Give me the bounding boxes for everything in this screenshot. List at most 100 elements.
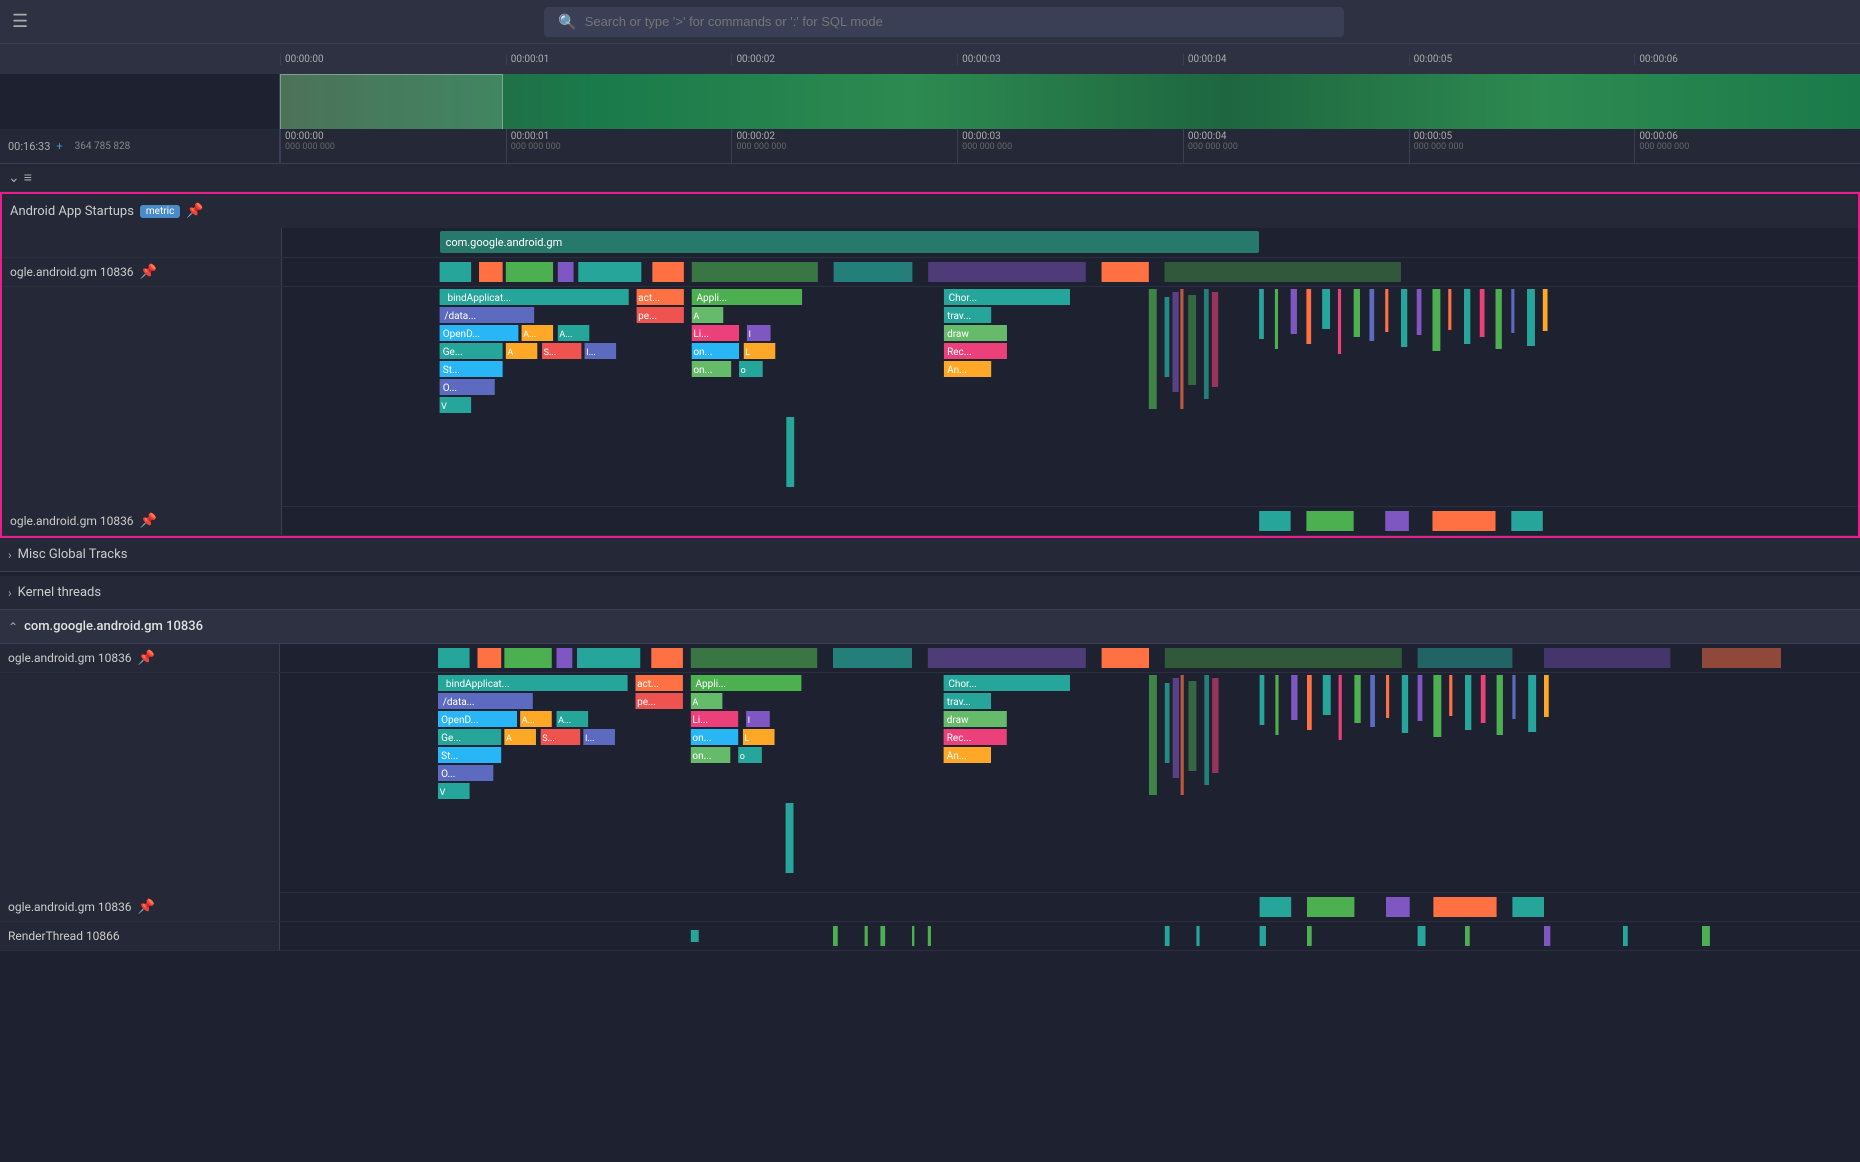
svg-text:A...: A... — [522, 716, 535, 726]
track1-pin[interactable]: 📌 — [140, 264, 157, 280]
pos-bar-label: 00:16:33 + 364 785 828 — [0, 129, 280, 163]
minimap-label — [0, 74, 280, 129]
toolbar-row: ⌄ ≡ — [0, 164, 1860, 192]
plus-icon[interactable]: + — [56, 140, 62, 153]
startup-bar[interactable]: com.google.android.gm — [440, 231, 1260, 253]
svg-text:o: o — [740, 752, 745, 762]
svg-text:O...: O... — [443, 383, 457, 394]
android-flame1-label — [2, 287, 282, 507]
android-app-startups-section: Android App Startups metric 📌 com.google… — [0, 192, 1860, 538]
svg-text:Ge...: Ge... — [441, 733, 461, 744]
search-icon: 🔍 — [558, 13, 577, 31]
svg-text:St...: St... — [443, 365, 460, 376]
svg-text:A...: A... — [559, 330, 572, 340]
svg-text:A...: A... — [558, 716, 571, 726]
svg-text:trav...: trav... — [947, 697, 971, 708]
misc-global-tracks-header[interactable]: › Misc Global Tracks — [0, 538, 1860, 572]
pos-tick-5: 00:00:05 000 000 000 — [1409, 129, 1635, 163]
svg-text:Appli...: Appli... — [696, 293, 727, 304]
svg-text:Chor...: Chor... — [949, 293, 977, 304]
svg-text:I: I — [748, 716, 750, 726]
svg-text:L: L — [745, 734, 750, 744]
svg-text:on...: on... — [693, 365, 712, 376]
track2-pin[interactable]: 📌 — [140, 513, 157, 529]
search-bar[interactable]: 🔍 — [544, 7, 1344, 37]
svg-text:act...: act... — [638, 293, 660, 304]
svg-text:/data...: /data... — [444, 311, 476, 322]
kernel-chevron-icon: › — [8, 586, 12, 600]
startup-label-col — [2, 228, 282, 257]
minimap-canvas[interactable] — [280, 74, 1860, 129]
android-section-title: Android App Startups — [10, 204, 134, 219]
svg-text:St...: St... — [441, 751, 458, 762]
svg-text:on...: on... — [692, 733, 711, 744]
render-thread-label: RenderThread 10866 — [0, 922, 280, 950]
pin-icon[interactable]: 📌 — [186, 203, 203, 219]
position-bar: 00:16:33 + 364 785 828 00:00:00 000 000 … — [0, 129, 1860, 164]
misc-chevron-icon: › — [8, 548, 12, 562]
svg-text:S...: S... — [542, 734, 554, 744]
svg-text:draw: draw — [947, 329, 969, 340]
render-thread-content[interactable] — [280, 922, 1860, 950]
process-track1-content[interactable] — [280, 644, 1860, 672]
ruler-tick-2: 00:00:02 — [731, 54, 957, 65]
kernel-section-title: Kernel threads — [18, 585, 101, 600]
android-track1-label: ogle.android.gm 10836 📌 — [2, 258, 282, 286]
svg-text:draw: draw — [947, 715, 969, 726]
process-flame1-content[interactable]: bindApplicat... act... Appli... Chor... … — [280, 673, 1860, 893]
svg-text:Appli...: Appli... — [696, 679, 727, 690]
svg-text:OpenD...: OpenD... — [441, 715, 478, 726]
android-track1: ogle.android.gm 10836 📌 — [2, 258, 1858, 287]
android-track1-content[interactable] — [282, 258, 1858, 286]
misc-section-title: Misc Global Tracks — [18, 547, 128, 562]
svg-text:An...: An... — [947, 365, 967, 376]
metric-badge: metric — [140, 205, 180, 218]
svg-text:Chor...: Chor... — [948, 679, 976, 690]
android-track2-content[interactable] — [282, 507, 1858, 535]
ruler-tick-1: 00:00:01 — [506, 54, 732, 65]
render-thread-row: RenderThread 10866 — [0, 922, 1860, 951]
svg-text:trav...: trav... — [947, 311, 971, 322]
startup-bar-row: com.google.android.gm — [2, 228, 1858, 258]
process-track2-content[interactable] — [280, 893, 1860, 921]
svg-text:V: V — [441, 402, 447, 412]
process-track2-pin[interactable]: 📌 — [138, 899, 155, 915]
pos-tick-3: 00:00:03 000 000 000 — [957, 129, 1183, 163]
android-track2: ogle.android.gm 10836 📌 — [2, 507, 1858, 536]
ruler-tick-0: 00:00:00 — [280, 54, 506, 65]
menu-icon[interactable]: ☰ — [12, 11, 28, 32]
svg-text:/data...: /data... — [443, 697, 475, 708]
svg-text:I: I — [748, 330, 750, 340]
timeline-container: 00:00:00 00:00:01 00:00:02 00:00:03 00:0… — [0, 44, 1860, 1162]
svg-text:A: A — [506, 734, 512, 744]
svg-text:A...: A... — [523, 330, 536, 340]
svg-text:pe...: pe... — [638, 311, 657, 322]
process-track2: ogle.android.gm 10836 📌 — [0, 893, 1860, 922]
ruler-ticks: 00:00:00 00:00:01 00:00:02 00:00:03 00:0… — [280, 54, 1860, 65]
android-flame1-content[interactable]: bindApplicat... act... Appli... Chor... … — [282, 287, 1858, 507]
ruler-tick-6: 00:00:06 — [1634, 54, 1860, 65]
svg-text:Ge...: Ge... — [443, 347, 463, 358]
svg-text:bindApplicat...: bindApplicat... — [446, 679, 510, 690]
menu-dots-icon[interactable]: ≡ — [24, 169, 32, 186]
startup-bar-content: com.google.android.gm — [282, 228, 1858, 257]
pos-tick-1: 00:00:01 000 000 000 — [506, 129, 732, 163]
collapse-icon[interactable]: ⌄ — [8, 170, 20, 186]
process-track1-label: ogle.android.gm 10836 📌 — [0, 644, 280, 672]
svg-text:o: o — [741, 366, 746, 376]
process-header[interactable]: ⌃ com.google.android.gm 10836 — [0, 610, 1860, 644]
process-flame1: bindApplicat... act... Appli... Chor... … — [0, 673, 1860, 893]
svg-text:An...: An... — [947, 751, 967, 762]
kernel-threads-header[interactable]: › Kernel threads — [0, 576, 1860, 610]
minimap — [0, 74, 1860, 129]
svg-text:OpenD...: OpenD... — [443, 329, 480, 340]
process-track2-label: ogle.android.gm 10836 📌 — [0, 893, 280, 921]
process-track1-pin[interactable]: 📌 — [138, 650, 155, 666]
svg-text:bindApplicat...: bindApplicat... — [447, 293, 511, 304]
svg-text:act...: act... — [637, 679, 659, 690]
svg-text:pe...: pe... — [637, 697, 656, 708]
android-section-header[interactable]: Android App Startups metric 📌 — [2, 194, 1858, 228]
pos-tick-2: 00:00:02 000 000 000 — [731, 129, 957, 163]
pos-tick-6: 00:00:06 000 000 000 — [1634, 129, 1860, 163]
search-input[interactable] — [585, 14, 1330, 29]
